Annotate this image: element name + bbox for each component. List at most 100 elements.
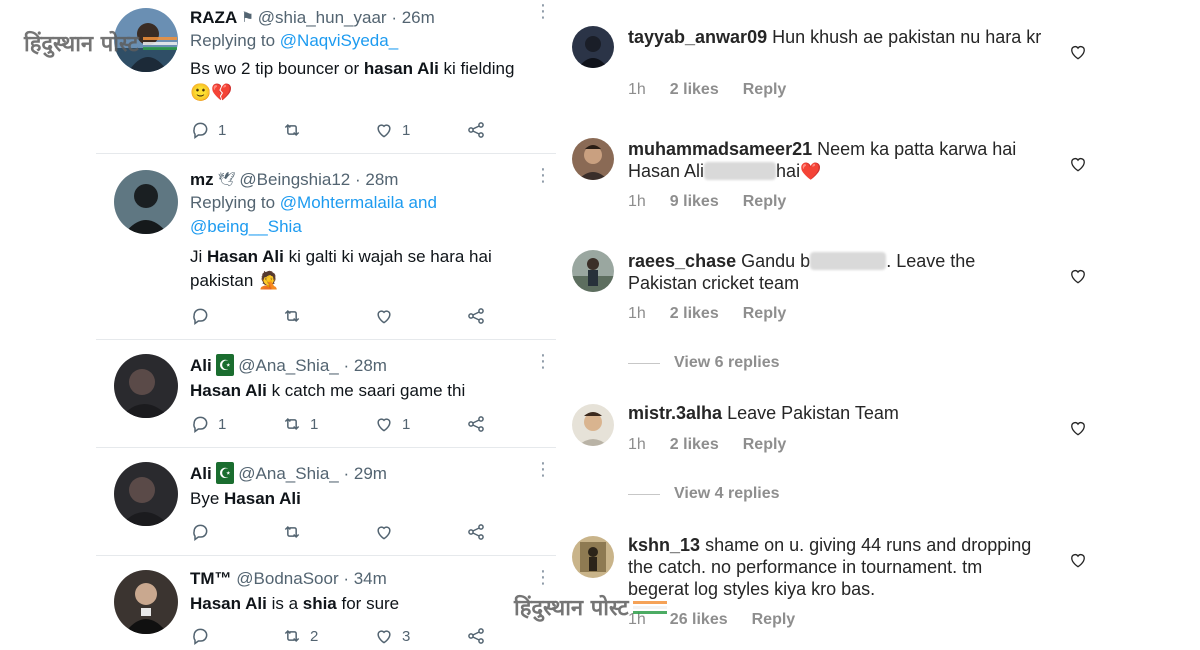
avatar[interactable] (114, 170, 178, 234)
pakistan-flag-icon: ☪ (215, 354, 235, 376)
username[interactable]: kshn_13 (628, 535, 700, 555)
handle[interactable]: @Ana_Shia_ (238, 464, 338, 483)
heart-icon[interactable] (1068, 418, 1088, 438)
like-button[interactable]: 1 (374, 118, 410, 142)
share-button[interactable] (466, 304, 486, 328)
heart-icon[interactable] (1068, 42, 1088, 62)
display-name[interactable]: Ali (190, 356, 212, 375)
avatar[interactable] (114, 462, 178, 526)
timestamp[interactable]: · 28m (343, 356, 386, 375)
like-button[interactable] (374, 520, 402, 544)
handle[interactable]: @Ana_Shia_ (238, 356, 338, 375)
avatar[interactable] (572, 404, 614, 446)
handle[interactable]: @BodnaSoor (236, 569, 338, 588)
reply-button[interactable]: Reply (743, 436, 787, 454)
mention-link[interactable]: @being__Shia (190, 217, 302, 236)
red-heart-emoji: ❤️ (800, 162, 822, 182)
share-button[interactable] (466, 118, 486, 142)
timestamp[interactable]: · 29m (343, 464, 386, 483)
avatar[interactable] (114, 570, 178, 634)
share-button[interactable] (466, 624, 486, 648)
comment-time: 1h (628, 305, 646, 322)
display-name[interactable]: Ali (190, 464, 212, 483)
likes-count[interactable]: 9 likes (670, 193, 719, 211)
reply-button[interactable]: 1 (190, 118, 226, 142)
reply-icon (193, 122, 208, 139)
reply-button[interactable]: 1 (190, 412, 226, 436)
tweet-text: Bs wo 2 tip bouncer or hasan Ali ki fiel… (190, 59, 515, 103)
more-options-icon[interactable]: ⋮ (534, 352, 552, 370)
tweet-text: Hasan Ali k catch me saari game thi (190, 381, 466, 400)
reply-button[interactable]: Reply (743, 305, 787, 323)
more-options-icon[interactable]: ⋮ (534, 2, 552, 20)
retweet-button[interactable]: 2 (282, 624, 318, 648)
tweet[interactable]: RAZA ⚑ @shia_hun_yaar · 26m Replying to @N… (96, 0, 556, 154)
like-count: 1 (402, 121, 411, 139)
reply-button[interactable] (190, 304, 218, 328)
like-button[interactable]: 1 (374, 412, 410, 436)
flag-icon: ⚑ (241, 9, 254, 25)
avatar[interactable] (572, 536, 614, 578)
username[interactable]: raees_chase (628, 251, 736, 271)
likes-count[interactable]: 2 likes (670, 81, 719, 99)
display-name[interactable]: TM™ (190, 569, 232, 588)
divider-line (628, 362, 660, 364)
reply-icon (193, 416, 208, 433)
timestamp[interactable]: · 26m (391, 8, 434, 27)
avatar[interactable] (572, 26, 614, 68)
likes-count[interactable]: 2 likes (670, 436, 719, 454)
reply-button[interactable]: Reply (743, 81, 787, 99)
share-button[interactable] (466, 412, 486, 436)
retweet-button[interactable]: 1 (282, 412, 318, 436)
username[interactable]: tayyab_anwar09 (628, 27, 767, 47)
display-name[interactable]: RAZA (190, 8, 237, 27)
timestamp[interactable]: · 28m (355, 170, 398, 189)
comment-meta: 1h 2 likes Reply (628, 436, 786, 454)
reply-button[interactable]: Reply (743, 193, 787, 211)
username[interactable]: muhammadsameer21 (628, 139, 812, 159)
view-replies-button[interactable]: View 4 replies (628, 485, 780, 503)
heart-icon[interactable] (1068, 550, 1088, 570)
timestamp[interactable]: · 34m (343, 569, 386, 588)
comment: muhammadsameer21 Neem ka patta karwa hai… (556, 138, 1116, 218)
reply-button[interactable]: Reply (752, 611, 796, 629)
username[interactable]: mistr.3alha (628, 403, 722, 423)
tweet-header: RAZA ⚑ @shia_hun_yaar · 26m (190, 6, 544, 29)
tweet-actions (190, 304, 490, 328)
likes-count[interactable]: 26 likes (670, 611, 728, 629)
retweet-button[interactable] (282, 304, 310, 328)
more-options-icon[interactable]: ⋮ (534, 568, 552, 586)
comment-text: mistr.3alha Leave Pakistan Team (628, 403, 899, 423)
heart-icon[interactable] (1068, 154, 1088, 174)
share-button[interactable] (466, 520, 486, 544)
tweet-actions (190, 520, 490, 544)
replying-to: Replying to @Mohtermalaila and @being__S… (190, 193, 437, 236)
handle[interactable]: @shia_hun_yaar (258, 8, 387, 27)
tweet-header: TM™ @BodnaSoor · 34m (190, 568, 544, 590)
display-name[interactable]: mz (190, 170, 214, 189)
avatar[interactable] (572, 250, 614, 292)
more-options-icon[interactable]: ⋮ (534, 166, 552, 184)
retweet-button[interactable] (282, 118, 310, 142)
tweet[interactable]: Ali ☪ @Ana_Shia_ · 28m Hasan Ali k catch m… (96, 340, 556, 448)
view-replies-button[interactable]: View 6 replies (628, 354, 780, 372)
heart-icon (377, 630, 391, 644)
retweet-button[interactable] (282, 520, 310, 544)
heart-icon (377, 310, 391, 324)
reply-button[interactable] (190, 520, 218, 544)
like-button[interactable] (374, 304, 402, 328)
mention-link[interactable]: @Mohtermalaila and (280, 193, 437, 212)
mention-link[interactable]: @NaqviSyeda_ (280, 31, 398, 50)
avatar[interactable] (572, 138, 614, 180)
heart-icon (377, 526, 391, 540)
like-button[interactable]: 3 (374, 624, 410, 648)
likes-count[interactable]: 2 likes (670, 305, 719, 323)
avatar[interactable] (114, 354, 178, 418)
tweet[interactable]: TM™ @BodnaSoor · 34m Hasan Ali is a shia… (96, 556, 556, 650)
more-options-icon[interactable]: ⋮ (534, 460, 552, 478)
heart-icon[interactable] (1068, 266, 1088, 286)
tweet[interactable]: Ali ☪ @Ana_Shia_ · 29m Bye Hasan Ali ⋮ (96, 448, 556, 556)
reply-button[interactable] (190, 624, 218, 648)
tweet[interactable]: mz 🕊 @Beingshia12 · 28m Replying to @Mohte… (96, 154, 556, 340)
handle[interactable]: @Beingshia12 (239, 170, 350, 189)
